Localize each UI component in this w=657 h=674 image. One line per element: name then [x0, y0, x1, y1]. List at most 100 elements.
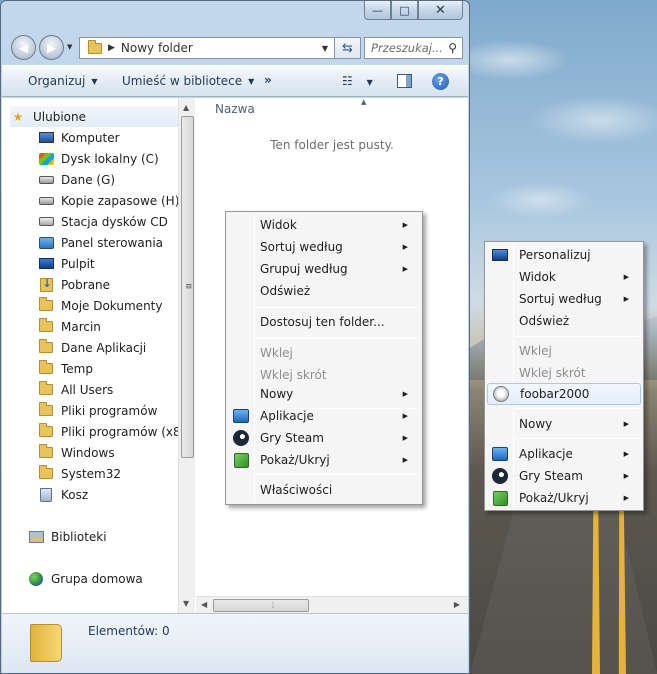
view-dropdown-icon[interactable]: ▼ [367, 78, 373, 87]
submenu-arrow-icon: ▶ [623, 494, 629, 502]
menu-item-label: Pokaż/Ukryj [519, 491, 589, 505]
organize-button[interactable]: Organizuj ▼ [28, 74, 97, 88]
nav-item-data-drive[interactable]: Dane (G) [38, 169, 115, 190]
menu-item-paste: Wklej [228, 342, 420, 364]
nav-item-label: Pobrane [61, 277, 111, 292]
nav-item-all-users[interactable]: All Users [38, 379, 113, 400]
menu-item-steam-games[interactable]: Gry Steam ▶ [487, 465, 641, 487]
menu-item-show-hide[interactable]: Pokaż/Ukryj ▶ [228, 449, 420, 471]
nav-item-label: Dysk lokalny (C) [61, 151, 159, 166]
include-in-library-button[interactable]: Umieść w bibliotece ▼ [122, 74, 254, 88]
menu-item-refresh[interactable]: Odśwież [228, 280, 420, 302]
more-commands-button[interactable]: » [264, 73, 272, 87]
submenu-arrow-icon: ▶ [402, 243, 408, 251]
submenu-arrow-icon: ▶ [623, 273, 629, 281]
scroll-up-icon[interactable]: ▲ [183, 103, 189, 112]
menu-item-customize-folder[interactable]: Dostosuj ten folder... [228, 311, 420, 333]
submenu-arrow-icon: ▶ [402, 456, 408, 464]
menu-item-new[interactable]: Nowy ▶ [487, 413, 641, 435]
nav-item-program-files-x86[interactable]: Pliki programów (x86) [38, 421, 193, 442]
scroll-thumb[interactable]: ⦙ [213, 599, 309, 612]
large-folder-icon [30, 624, 62, 662]
menu-item-group-by[interactable]: Grupuj według ▶ [228, 258, 420, 280]
recycle-bin-icon [38, 487, 54, 503]
nav-item-program-files[interactable]: Pliki programów [38, 400, 157, 421]
scroll-grip-icon: ⦙ [272, 601, 275, 611]
help-icon: ? [437, 75, 444, 88]
menu-item-properties[interactable]: Właściwości [228, 479, 420, 501]
menu-item-show-hide[interactable]: Pokaż/Ukryj ▶ [487, 487, 641, 509]
help-button[interactable]: ? [432, 73, 449, 90]
nav-item-my-documents[interactable]: Moje Dokumenty [38, 295, 162, 316]
scroll-thumb[interactable]: ≡ [181, 116, 194, 458]
maximize-button[interactable]: □ [391, 1, 418, 20]
scroll-down-icon[interactable]: ▼ [183, 599, 189, 608]
address-bar[interactable]: ▶ Nowy folder ▼ [79, 37, 335, 59]
nav-item-app-data[interactable]: Dane Aplikacji [38, 337, 146, 358]
search-icon[interactable]: ⚲ [448, 41, 457, 55]
sort-indicator-icon: ▲ [361, 98, 367, 106]
menu-item-view[interactable]: Widok ▶ [487, 266, 641, 288]
nav-item-downloads[interactable]: Pobrane [38, 274, 110, 295]
folder-icon [38, 423, 54, 440]
menu-item-sort-by[interactable]: Sortuj według ▶ [228, 236, 420, 258]
refresh-button[interactable]: ⇆ [335, 37, 361, 59]
menu-item-foobar2000[interactable]: foobar2000 [487, 383, 641, 405]
column-header-name[interactable]: Nazwa [215, 102, 255, 116]
close-button[interactable]: ✕ [418, 1, 463, 20]
nav-item-desktop[interactable]: Pulpit [38, 253, 95, 274]
nav-item-cd-drive[interactable]: Stacja dysków CD [38, 211, 168, 232]
menu-item-label: Odśwież [260, 284, 311, 298]
nav-item-local-disk[interactable]: Dysk lokalny (C) [38, 148, 159, 169]
recent-pages-dropdown[interactable]: ▼ [67, 43, 72, 51]
scroll-right-icon[interactable]: ▶ [454, 600, 460, 609]
nav-item-backup-drive[interactable]: Kopie zapasowe (H) [38, 190, 179, 211]
menu-item-new[interactable]: Nowy ▶ [228, 383, 420, 405]
nav-item-label: Komputer [61, 130, 120, 145]
nav-item-recycle-bin[interactable]: Kosz [38, 484, 88, 505]
nav-item-marcin[interactable]: Marcin [38, 316, 101, 337]
back-button[interactable]: ◀ [11, 35, 36, 60]
star-icon: ★ [12, 109, 24, 124]
apps-icon [491, 445, 509, 463]
command-toolbar: Organizuj ▼ Umieść w bibliotece ▼ » ☷ ▼ … [2, 65, 468, 97]
nav-item-label: Panel sterowania [61, 235, 163, 250]
nav-item-computer[interactable]: Komputer [38, 127, 120, 148]
nav-item-windows[interactable]: Windows [38, 442, 115, 463]
nav-homegroup[interactable]: Grupa domowa [28, 568, 143, 589]
library-dropdown-icon: ▼ [248, 76, 255, 86]
menu-item-refresh[interactable]: Odśwież [487, 310, 641, 332]
menu-item-view[interactable]: Widok ▶ [228, 214, 420, 236]
menu-item-personalize[interactable]: Personalizuj [487, 244, 641, 266]
steam-icon [491, 467, 509, 485]
personalize-icon [491, 246, 509, 264]
menu-separator [515, 336, 639, 337]
nav-item-system32[interactable]: System32 [38, 463, 121, 484]
nav-pane-vertical-scrollbar[interactable]: ▲ ≡ ▼ [178, 98, 195, 613]
search-input[interactable]: Przeszukaj... ⚲ [364, 37, 463, 59]
show-hide-icon [232, 451, 250, 469]
file-pane-horizontal-scrollbar[interactable]: ◀ ⦙ ▶ [196, 596, 468, 613]
breadcrumb-separator-icon[interactable]: ▶ [108, 43, 115, 53]
nav-item-temp[interactable]: Temp [38, 358, 93, 379]
scroll-left-icon[interactable]: ◀ [201, 600, 207, 609]
nav-item-label: System32 [61, 466, 122, 481]
address-path[interactable]: Nowy folder [121, 41, 193, 55]
menu-item-applications[interactable]: Aplikacje ▶ [228, 405, 420, 427]
nav-favorites[interactable]: ★ Ulubione [10, 106, 178, 127]
nav-libraries[interactable]: Biblioteki [28, 526, 107, 547]
preview-pane-button[interactable] [397, 74, 412, 88]
nav-item-label: Marcin [61, 319, 101, 334]
address-dropdown-icon[interactable]: ▼ [322, 44, 328, 53]
menu-item-steam-games[interactable]: Gry Steam ▶ [228, 427, 420, 449]
nav-item-control-panel[interactable]: Panel sterowania [38, 232, 163, 253]
change-view-button[interactable]: ☷ ▼ [342, 74, 373, 88]
menu-item-applications[interactable]: Aplikacje ▶ [487, 443, 641, 465]
homegroup-icon [28, 571, 44, 587]
menu-item-label: Wklej [260, 346, 293, 360]
menu-item-label: Pokaż/Ukryj [260, 453, 330, 467]
forward-button[interactable]: ▶ [39, 35, 64, 60]
minimize-button[interactable]: — [364, 1, 391, 20]
menu-item-sort-by[interactable]: Sortuj według ▶ [487, 288, 641, 310]
desktop-icon [38, 256, 54, 272]
